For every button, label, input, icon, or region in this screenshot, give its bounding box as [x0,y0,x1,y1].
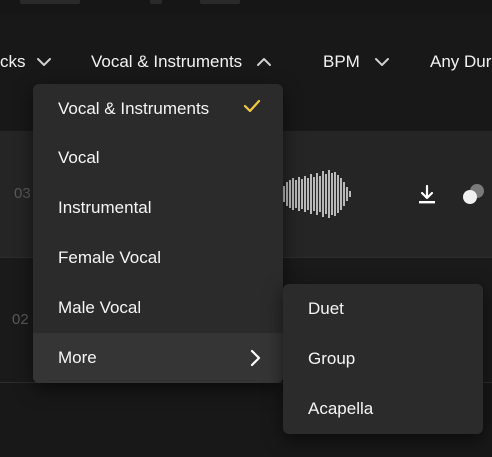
chevron-right-icon [250,349,261,367]
menu-item-male-vocal[interactable]: Male Vocal [33,283,283,333]
download-icon[interactable] [416,184,438,206]
submenu-item-label: Duet [308,299,344,318]
check-icon [243,99,261,113]
filter-duration[interactable]: Any Dur [430,52,491,72]
submenu-item-duet[interactable]: Duet [283,284,483,334]
track-number: 03 [14,185,31,202]
menu-item-label: Instrumental [58,198,152,217]
top-header-strip [0,0,492,14]
cropped-text-fragment [150,0,162,4]
menu-item-vocal-instruments[interactable]: Vocal & Instruments [33,84,283,134]
toggle-dots-icon[interactable] [461,183,487,207]
menu-item-label: Male Vocal [58,298,142,317]
waveform[interactable] [280,168,354,220]
menu-item-female-vocal[interactable]: Female Vocal [33,233,283,283]
filter-bpm-label: BPM [323,52,360,71]
chevron-down-icon [36,52,52,72]
cropped-text-fragment [20,0,80,4]
vocal-dropdown-menu: Vocal & Instruments Vocal Instrumental F… [33,84,283,383]
menu-item-instrumental[interactable]: Instrumental [33,183,283,233]
menu-item-more[interactable]: More [33,333,283,383]
filter-duration-label: Any Dur [430,52,492,71]
cropped-text-fragment [200,0,240,4]
menu-item-label: More [58,348,97,367]
filter-vocal-label: Vocal & Instruments [91,52,243,71]
filter-tracks[interactable]: cks [0,52,52,72]
menu-item-label: Female Vocal [58,248,161,267]
track-number: 02 [12,311,29,328]
chevron-up-icon [256,52,272,72]
filter-bpm[interactable]: BPM [323,52,390,72]
submenu-item-label: Group [308,349,356,368]
menu-item-label: Vocal & Instruments [58,99,210,118]
filter-vocal[interactable]: Vocal & Instruments [91,52,272,72]
menu-item-vocal[interactable]: Vocal [33,133,283,183]
filter-tracks-label: cks [0,52,26,71]
more-submenu: Duet Group Acapella [283,284,483,434]
filter-bar: cks Vocal & Instruments BPM Any Dur [0,40,492,84]
submenu-item-group[interactable]: Group [283,334,483,384]
submenu-item-acapella[interactable]: Acapella [283,384,483,434]
menu-item-label: Vocal [58,148,100,167]
submenu-item-label: Acapella [308,399,374,418]
chevron-down-icon [374,52,390,72]
